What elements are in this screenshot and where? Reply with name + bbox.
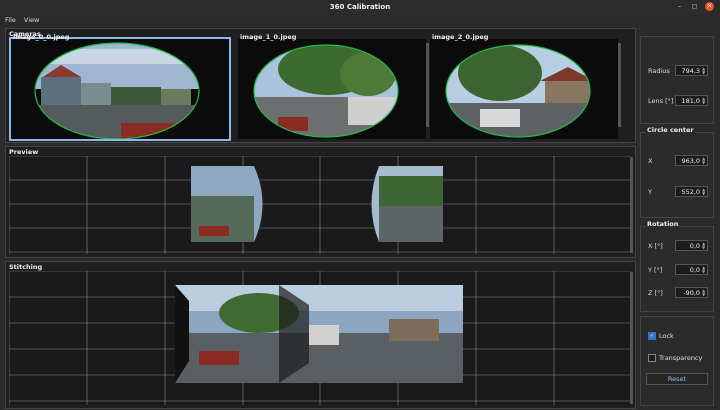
spin-arrows-icon[interactable]: ▲ ▼ [702, 241, 705, 250]
camera-image-0 [11, 39, 229, 139]
stitching-canvas[interactable] [9, 271, 631, 405]
rotation-z-field: Z [°] ▲▼ [648, 287, 708, 298]
center-y-spinbox[interactable]: ▲▼ [675, 186, 708, 197]
rotation-y-label: Y [°] [648, 265, 663, 274]
rotation-y-spinbox[interactable]: ▲▼ [675, 264, 708, 275]
cameras-group: Cameras image_0_0.jpeg image_1_0.jpeg im… [5, 28, 636, 143]
preview-label: Preview [9, 148, 39, 156]
spin-arrows-icon[interactable]: ▲ ▼ [702, 96, 705, 105]
camera-label: image_1_0.jpeg [240, 33, 297, 41]
rotation-z-spinbox[interactable]: ▲▼ [675, 287, 708, 298]
transparency-checkbox[interactable]: Transparency [648, 354, 702, 362]
minimize-icon[interactable]: – [675, 2, 684, 11]
spin-arrows-icon[interactable]: ▲ ▼ [702, 265, 705, 274]
menu-view[interactable]: View [24, 16, 39, 24]
spin-arrows-icon[interactable]: ▲ ▼ [702, 66, 705, 75]
rotation-label: Rotation [646, 220, 680, 228]
rotation-z-label: Z [°] [648, 288, 663, 297]
lens-spinbox[interactable]: ▲▼ [675, 95, 708, 106]
circle-center-group: Circle center X ▲▼ Y ▲▼ [640, 126, 714, 218]
lens-label: Lens [°] [648, 96, 674, 105]
cameras-label: Cameras [9, 30, 41, 38]
preview-canvas[interactable] [9, 156, 631, 254]
camera-scrollbar[interactable] [426, 43, 429, 127]
rotation-z-input[interactable] [676, 288, 703, 297]
menu-file[interactable]: File [5, 16, 16, 24]
rotation-x-field: X [°] ▲▼ [648, 240, 708, 251]
camera-image-1 [238, 39, 426, 139]
lock-label: Lock [659, 332, 674, 340]
transparency-label: Transparency [659, 354, 703, 362]
close-icon[interactable]: ✕ [705, 2, 714, 11]
center-x-spinbox[interactable]: ▲▼ [675, 155, 708, 166]
stitching-group: Stitching [5, 261, 636, 409]
camera-tile-0[interactable]: image_0_0.jpeg [9, 33, 231, 141]
stitching-label: Stitching [9, 263, 43, 271]
radius-field: Radius ▲▼ [648, 65, 708, 76]
stitching-scrollbar[interactable] [630, 272, 633, 404]
camera-tile-2[interactable]: image_2_0.jpeg [430, 33, 621, 139]
rotation-y-field: Y [°] ▲▼ [648, 264, 708, 275]
camera-tile-1[interactable]: image_1_0.jpeg [238, 33, 429, 139]
circle-center-label: Circle center [646, 126, 695, 134]
lens-field: Lens [°] ▲▼ [648, 95, 708, 106]
options-group: ✓ Lock Transparency [640, 316, 714, 406]
camera-label: image_2_0.jpeg [432, 33, 489, 41]
maximize-icon[interactable]: ◻ [690, 2, 699, 11]
center-x-label: X [648, 156, 653, 165]
window-title: 360 Calibration [329, 3, 391, 11]
spin-arrows-icon[interactable]: ▲ ▼ [702, 187, 705, 196]
preview-group: Preview [5, 146, 636, 258]
radius-label: Radius [648, 66, 670, 75]
rotation-x-spinbox[interactable]: ▲▼ [675, 240, 708, 251]
spin-arrows-icon[interactable]: ▲ ▼ [702, 156, 705, 165]
camera-scrollbar[interactable] [618, 43, 621, 127]
center-y-label: Y [648, 187, 652, 196]
spin-arrows-icon[interactable]: ▲ ▼ [702, 288, 705, 297]
title-bar: 360 Calibration – ◻ ✕ [0, 0, 720, 14]
lens-input[interactable] [676, 96, 703, 105]
checkbox-unchecked-icon[interactable] [648, 354, 656, 362]
rotation-x-input[interactable] [676, 241, 703, 250]
menu-bar: File View [0, 14, 720, 26]
main-area: Cameras image_0_0.jpeg image_1_0.jpeg im… [5, 28, 636, 409]
center-y-input[interactable] [676, 187, 703, 196]
center-x-field: X ▲▼ [648, 155, 708, 166]
lock-checkbox[interactable]: ✓ Lock [648, 332, 674, 340]
camera-image-2 [430, 39, 618, 139]
reset-button[interactable]: Reset [646, 373, 708, 385]
center-x-input[interactable] [676, 156, 703, 165]
radius-input[interactable] [676, 66, 703, 75]
right-panel: Radius ▲▼ Lens [°] ▲▼ Circle center X ▲▼… [640, 34, 714, 406]
rotation-y-input[interactable] [676, 265, 703, 274]
preview-scrollbar[interactable] [630, 157, 633, 253]
radius-spinbox[interactable]: ▲▼ [675, 65, 708, 76]
checkbox-checked-icon[interactable]: ✓ [648, 332, 656, 340]
center-y-field: Y ▲▼ [648, 186, 708, 197]
lens-group: Radius ▲▼ Lens [°] ▲▼ [640, 36, 714, 124]
rotation-group: Rotation X [°] ▲▼ Y [°] ▲▼ Z [°] ▲▼ [640, 220, 714, 312]
rotation-x-label: X [°] [648, 241, 663, 250]
